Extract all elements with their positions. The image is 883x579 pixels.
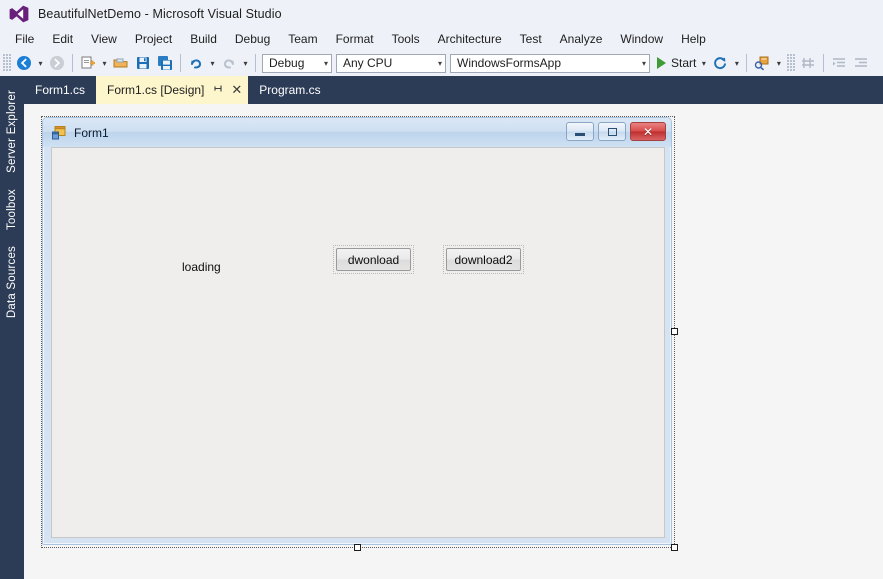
save-all-icon[interactable] [154, 52, 176, 74]
form-designer-surface[interactable]: Form1 ✕ loading dwonload download2 [24, 104, 883, 579]
left-tool-dock: Server Explorer Toolbox Data Sources [0, 76, 24, 579]
standard-toolbar: ▾ ▾ ▾ ▾ Debug ▾ Any CPU ▾ WindowsFormsAp… [0, 50, 883, 76]
indent-icon[interactable] [828, 52, 850, 74]
navigate-back-dropdown[interactable]: ▾ [35, 52, 46, 74]
button-dwonload[interactable]: dwonload [336, 248, 411, 271]
toolbar-separator-2 [180, 54, 181, 72]
startup-project-combo[interactable]: WindowsFormsApp ▾ [450, 53, 650, 73]
menu-item-test[interactable]: Test [511, 29, 551, 50]
menu-item-view[interactable]: View [82, 29, 126, 50]
form-titlebar: Form1 ✕ [43, 118, 671, 147]
toolbar-grip[interactable] [3, 54, 11, 72]
sidebar-item-label: Data Sources [6, 245, 18, 319]
form-client-area[interactable]: loading dwonload download2 [51, 147, 665, 538]
resize-grip-bottom-right[interactable] [671, 544, 678, 551]
navigate-back-icon[interactable] [13, 52, 35, 74]
save-icon[interactable] [132, 52, 154, 74]
navigate-forward-icon[interactable] [46, 52, 68, 74]
minimize-icon [575, 132, 585, 136]
find-in-files-icon[interactable] [751, 52, 773, 74]
toolbar-separator-1 [72, 54, 73, 72]
form-selection-frame: Form1 ✕ loading dwonload download2 [41, 116, 678, 551]
minimize-button[interactable] [566, 122, 594, 141]
toolbar-grip-2[interactable] [787, 54, 796, 72]
open-file-icon[interactable] [110, 52, 132, 74]
sidebar-item-toolbox[interactable]: Toolbox [0, 179, 24, 236]
resize-grip-bottom-center[interactable] [354, 544, 361, 551]
application-titlebar: BeautifulNetDemo - Microsoft Visual Stud… [0, 0, 883, 28]
chevron-down-icon: ▾ [323, 58, 328, 68]
menu-item-format[interactable]: Format [327, 29, 383, 50]
close-icon: ✕ [642, 124, 654, 139]
menu-item-build[interactable]: Build [181, 29, 226, 50]
sidebar-item-label: Server Explorer [6, 90, 18, 173]
menu-item-architecture[interactable]: Architecture [429, 29, 511, 50]
menu-item-edit[interactable]: Edit [43, 29, 82, 50]
start-debug-button[interactable]: Start [652, 52, 698, 74]
menu-item-project[interactable]: Project [126, 29, 181, 50]
button-download2[interactable]: download2 [446, 248, 521, 271]
tab-label: Form1.cs [35, 83, 86, 97]
chevron-down-icon: ▾ [641, 58, 646, 68]
maximize-icon [607, 127, 617, 136]
menu-item-team[interactable]: Team [279, 29, 326, 50]
toolbar-separator-3 [255, 54, 256, 72]
sidebar-item-label: Toolbox [6, 188, 18, 230]
toolbar-separator-5 [823, 54, 825, 72]
chevron-down-icon: ▾ [437, 58, 442, 68]
solution-platform-combo[interactable]: Any CPU ▾ [336, 53, 446, 73]
redo-icon[interactable] [218, 52, 240, 74]
play-icon [657, 57, 666, 69]
undo-dropdown[interactable]: ▾ [207, 52, 218, 74]
tab-form1-cs[interactable]: Form1.cs [24, 76, 96, 104]
solution-configuration-value: Debug [269, 56, 305, 70]
menu-item-tools[interactable]: Tools [383, 29, 429, 50]
tab-form1-cs-design[interactable]: Form1.cs [Design] ✕ [96, 76, 249, 104]
new-project-dropdown[interactable]: ▾ [99, 52, 110, 74]
tab-program-cs[interactable]: Program.cs [248, 76, 331, 104]
form-title: Form1 [74, 125, 109, 140]
form-window-buttons: ✕ [562, 122, 666, 141]
sidebar-item-server-explorer[interactable]: Server Explorer [0, 80, 24, 179]
refresh-dropdown[interactable]: ▾ [731, 52, 742, 74]
start-label: Start [671, 56, 697, 70]
menu-item-file[interactable]: File [6, 29, 43, 50]
solution-configuration-combo[interactable]: Debug ▾ [262, 53, 332, 73]
label-loading[interactable]: loading [182, 260, 221, 274]
start-dropdown[interactable]: ▾ [698, 52, 709, 74]
close-button[interactable]: ✕ [630, 122, 666, 141]
menu-item-help[interactable]: Help [672, 29, 715, 50]
startup-project-value: WindowsFormsApp [457, 56, 562, 70]
solution-platform-value: Any CPU [343, 56, 393, 70]
pin-icon[interactable] [213, 83, 224, 97]
new-project-icon[interactable] [77, 52, 99, 74]
sidebar-item-data-sources[interactable]: Data Sources [0, 236, 24, 324]
menu-item-analyze[interactable]: Analyze [551, 29, 612, 50]
toolbar-separator-4 [746, 54, 748, 72]
comment-icon[interactable] [797, 52, 819, 74]
tab-label: Form1.cs [Design] [107, 83, 205, 97]
window-title: BeautifulNetDemo - Microsoft Visual Stud… [38, 7, 282, 21]
find-dropdown[interactable]: ▾ [773, 52, 784, 74]
maximize-button[interactable] [598, 122, 626, 141]
visual-studio-logo-icon [8, 3, 30, 25]
resize-grip-middle-right[interactable] [671, 328, 678, 335]
close-icon[interactable]: ✕ [231, 84, 242, 97]
tab-label: Program.cs [259, 83, 321, 97]
designed-form[interactable]: Form1 ✕ loading dwonload download2 [42, 117, 672, 545]
undo-icon[interactable] [185, 52, 207, 74]
visual-studio-window: BeautifulNetDemo - Microsoft Visual Stud… [0, 0, 883, 579]
redo-dropdown[interactable]: ▾ [240, 52, 251, 74]
outdent-icon[interactable] [850, 52, 872, 74]
form-window-icon [51, 125, 67, 141]
refresh-icon[interactable] [709, 52, 731, 74]
menu-item-window[interactable]: Window [611, 29, 672, 50]
document-tab-strip: Form1.cs Form1.cs [Design] ✕ Program.cs [0, 76, 883, 104]
menu-bar: File Edit View Project Build Debug Team … [0, 28, 883, 50]
menu-item-debug[interactable]: Debug [226, 29, 279, 50]
